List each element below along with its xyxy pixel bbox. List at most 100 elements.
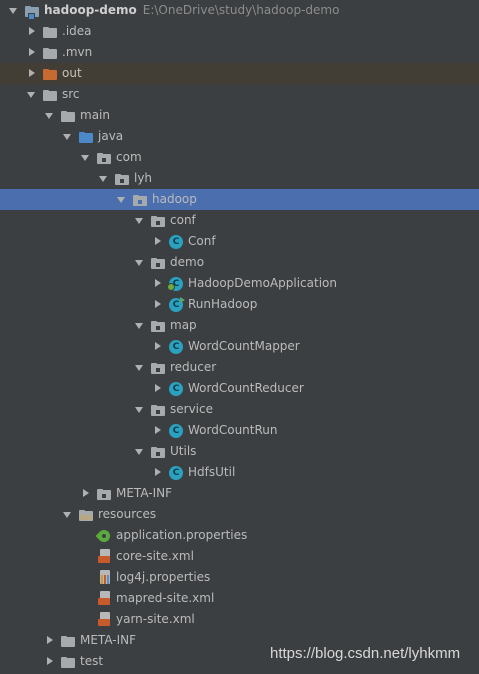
tree-node-mvn[interactable]: .mvn xyxy=(0,42,479,63)
tree-node-resources[interactable]: resources xyxy=(0,504,479,525)
folder-icon xyxy=(42,24,58,40)
module-folder-icon xyxy=(24,3,40,20)
expanded-arrow-icon[interactable] xyxy=(98,168,110,189)
tree-node-label: mapred-site.xml xyxy=(116,591,215,605)
tree-node-label: RunHadoop xyxy=(188,297,258,311)
collapsed-arrow-icon[interactable] xyxy=(152,378,164,399)
package-icon xyxy=(150,213,166,229)
tree-node-label: out xyxy=(62,66,82,80)
tree-node-label: core-site.xml xyxy=(116,549,194,563)
tree-node-map[interactable]: map xyxy=(0,315,479,336)
class-icon: C xyxy=(169,382,183,396)
expanded-arrow-icon[interactable] xyxy=(134,210,146,231)
expanded-arrow-icon[interactable] xyxy=(8,0,20,21)
tree-node-label: test xyxy=(80,654,104,668)
collapsed-arrow-icon[interactable] xyxy=(152,462,164,483)
tree-node-com[interactable]: com xyxy=(0,147,479,168)
tree-node-label: WordCountRun xyxy=(188,423,278,437)
tree-node-HadoopDemoApplication[interactable]: C HadoopDemoApplication xyxy=(0,273,479,294)
tree-node-label: HdfsUtil xyxy=(188,465,236,479)
expanded-arrow-icon[interactable] xyxy=(134,252,146,273)
tree-node-label: META-INF xyxy=(116,486,173,500)
class-icon: C xyxy=(169,340,183,354)
tree-node-label: META-INF xyxy=(80,633,137,647)
tree-node-core-site-xml[interactable]: core-site.xml xyxy=(0,546,479,567)
xml-file-icon xyxy=(98,611,112,628)
collapsed-arrow-icon[interactable] xyxy=(80,483,92,504)
tree-node-label: conf xyxy=(170,213,196,227)
tree-node-WordCountReducer[interactable]: C WordCountReducer xyxy=(0,378,479,399)
tree-node-label: HadoopDemoApplication xyxy=(188,276,337,290)
expanded-arrow-icon[interactable] xyxy=(62,126,74,147)
expanded-arrow-icon[interactable] xyxy=(26,84,38,105)
collapsed-arrow-icon[interactable] xyxy=(152,336,164,357)
expanded-arrow-icon[interactable] xyxy=(80,147,92,168)
tree-node-idea[interactable]: .idea xyxy=(0,21,479,42)
expanded-arrow-icon[interactable] xyxy=(134,399,146,420)
project-path: E:\OneDrive\study\hadoop-demo xyxy=(142,3,340,17)
tree-node-src[interactable]: src xyxy=(0,84,479,105)
tree-node-application-properties[interactable]: application.properties xyxy=(0,525,479,546)
tree-node-demo[interactable]: demo xyxy=(0,252,479,273)
expanded-arrow-icon[interactable] xyxy=(134,357,146,378)
tree-node-hadoop[interactable]: hadoop xyxy=(0,189,479,210)
collapsed-arrow-icon[interactable] xyxy=(26,21,38,42)
tree-node-Utils[interactable]: Utils xyxy=(0,441,479,462)
tree-node-label: .mvn xyxy=(62,45,93,59)
watermark-text: https://blog.csdn.net/lyhkmm xyxy=(270,645,461,662)
package-icon xyxy=(150,318,166,334)
tree-node-hadoop-demo[interactable]: hadoop-demo E:\OneDrive\study\hadoop-demo xyxy=(0,0,479,21)
tree-node-out[interactable]: out xyxy=(0,63,479,84)
tree-node-lyh[interactable]: lyh xyxy=(0,168,479,189)
properties-file-icon xyxy=(98,569,112,586)
tree-node-WordCountRun[interactable]: C WordCountRun xyxy=(0,420,479,441)
tree-node-mapred-site-xml[interactable]: mapred-site.xml xyxy=(0,588,479,609)
expanded-arrow-icon[interactable] xyxy=(44,105,56,126)
collapsed-arrow-icon[interactable] xyxy=(44,630,56,651)
expanded-arrow-icon[interactable] xyxy=(134,315,146,336)
tree-node-label: application.properties xyxy=(116,528,248,542)
expanded-arrow-icon[interactable] xyxy=(116,189,128,210)
project-tree: hadoop-demo E:\OneDrive\study\hadoop-demo… xyxy=(0,0,479,672)
tree-node-java[interactable]: java xyxy=(0,126,479,147)
tree-node-log4j-properties[interactable]: log4j.properties xyxy=(0,567,479,588)
tree-node-WordCountMapper[interactable]: C WordCountMapper xyxy=(0,336,479,357)
spring-properties-icon xyxy=(97,527,111,544)
folder-icon xyxy=(42,45,58,61)
tree-node-Conf[interactable]: C Conf xyxy=(0,231,479,252)
tree-node-label: map xyxy=(170,318,197,332)
tree-node-label: resources xyxy=(98,507,157,521)
collapsed-arrow-icon[interactable] xyxy=(26,63,38,84)
runnable-class-icon: C xyxy=(169,297,185,312)
tree-node-label: main xyxy=(80,108,110,122)
tree-node-META-INF[interactable]: META-INF xyxy=(0,483,479,504)
tree-node-label: demo xyxy=(170,255,205,269)
tree-node-service[interactable]: service xyxy=(0,399,479,420)
package-icon xyxy=(132,192,148,208)
tree-node-HdfsUtil[interactable]: C HdfsUtil xyxy=(0,462,479,483)
collapsed-arrow-icon[interactable] xyxy=(152,273,164,294)
folder-icon xyxy=(60,633,76,649)
tree-node-label: Utils xyxy=(170,444,197,458)
expanded-arrow-icon[interactable] xyxy=(134,441,146,462)
source-root-folder-icon xyxy=(78,129,94,145)
resources-folder-icon xyxy=(78,507,94,523)
tree-node-label: WordCountReducer xyxy=(188,381,304,395)
package-icon xyxy=(150,255,166,271)
tree-node-RunHadoop[interactable]: C RunHadoop xyxy=(0,294,479,315)
spring-boot-class-icon: C xyxy=(167,277,183,291)
project-name: hadoop-demo xyxy=(44,3,137,17)
tree-node-label: Conf xyxy=(188,234,216,248)
expanded-arrow-icon[interactable] xyxy=(62,504,74,525)
xml-file-icon xyxy=(98,590,112,607)
tree-node-main[interactable]: main xyxy=(0,105,479,126)
folder-icon xyxy=(42,87,58,103)
collapsed-arrow-icon[interactable] xyxy=(152,420,164,441)
collapsed-arrow-icon[interactable] xyxy=(26,42,38,63)
collapsed-arrow-icon[interactable] xyxy=(152,231,164,252)
collapsed-arrow-icon[interactable] xyxy=(152,294,164,315)
collapsed-arrow-icon[interactable] xyxy=(44,651,56,672)
tree-node-yarn-site-xml[interactable]: yarn-site.xml xyxy=(0,609,479,630)
tree-node-conf[interactable]: conf xyxy=(0,210,479,231)
tree-node-reducer[interactable]: reducer xyxy=(0,357,479,378)
